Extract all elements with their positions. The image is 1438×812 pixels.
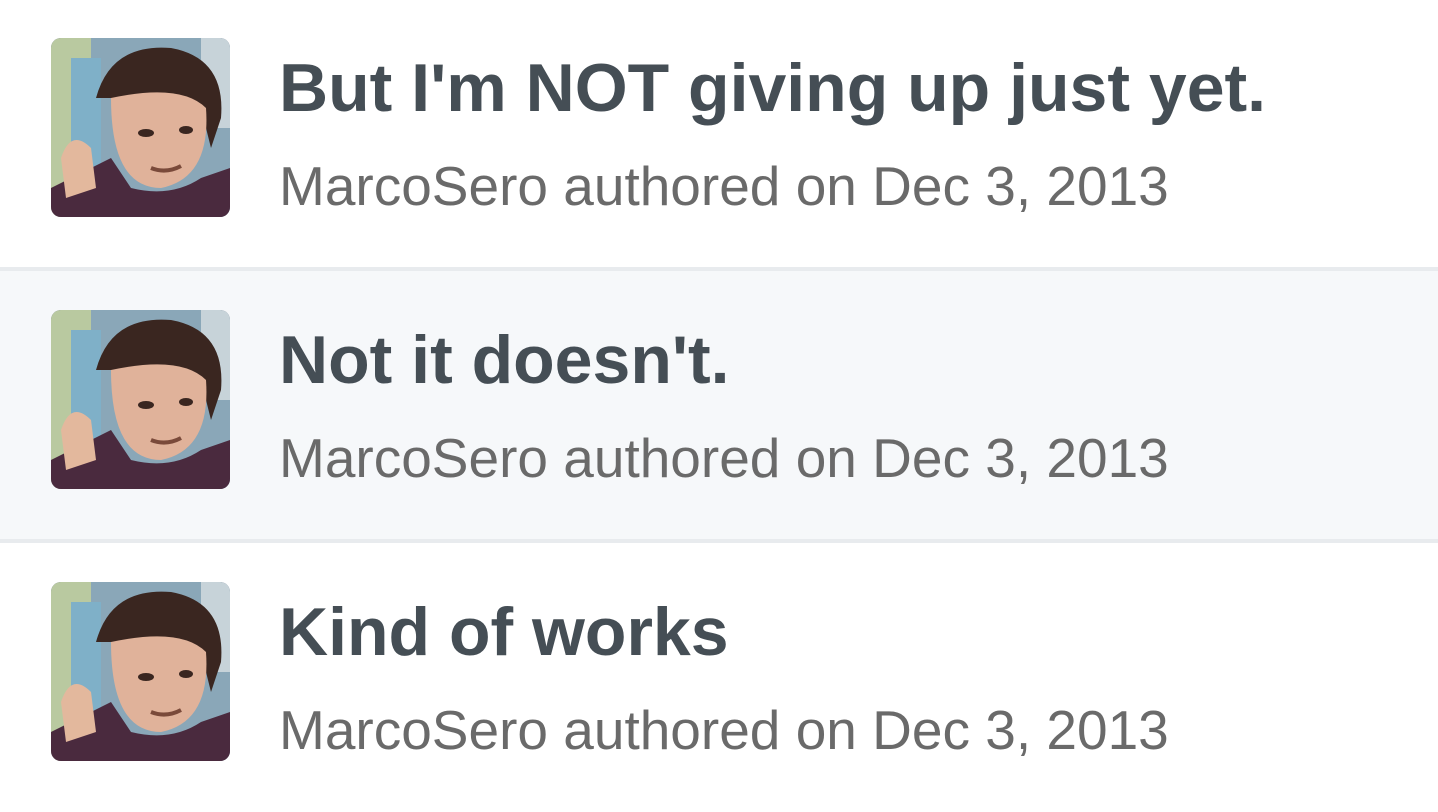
commit-action-label: authored bbox=[563, 155, 781, 217]
commit-meta: MarcoSero authored on Dec 3, 2013 bbox=[279, 703, 1169, 758]
row-divider bbox=[0, 539, 1438, 543]
commit-message[interactable]: Kind of works bbox=[279, 598, 729, 666]
commit-meta: MarcoSero authored on Dec 3, 2013 bbox=[279, 159, 1169, 214]
commit-message[interactable]: Not it doesn't. bbox=[279, 326, 730, 394]
avatar-photo-icon bbox=[51, 38, 230, 217]
avatar-photo-icon bbox=[51, 582, 230, 761]
commit-action-label: authored bbox=[563, 427, 781, 489]
commit-meta: MarcoSero authored on Dec 3, 2013 bbox=[279, 431, 1169, 486]
commit-list: But I'm NOT giving up just yet. MarcoSer… bbox=[0, 0, 1438, 812]
commit-row[interactable]: But I'm NOT giving up just yet. MarcoSer… bbox=[0, 0, 1438, 269]
commit-date: Dec 3, 2013 bbox=[872, 699, 1169, 761]
commit-on-label: on bbox=[795, 155, 857, 217]
author-avatar[interactable] bbox=[51, 582, 230, 761]
commit-message[interactable]: But I'm NOT giving up just yet. bbox=[279, 54, 1266, 122]
row-divider bbox=[0, 267, 1438, 271]
author-avatar[interactable] bbox=[51, 310, 230, 489]
commit-author-link[interactable]: MarcoSero bbox=[279, 155, 548, 217]
commit-date: Dec 3, 2013 bbox=[872, 427, 1169, 489]
commit-author-link[interactable]: MarcoSero bbox=[279, 427, 548, 489]
commit-on-label: on bbox=[795, 427, 857, 489]
commit-author-link[interactable]: MarcoSero bbox=[279, 699, 548, 761]
commit-action-label: authored bbox=[563, 699, 781, 761]
commit-row[interactable]: Not it doesn't. MarcoSero authored on De… bbox=[0, 269, 1438, 541]
avatar-photo-icon bbox=[51, 310, 230, 489]
author-avatar[interactable] bbox=[51, 38, 230, 217]
commit-row[interactable]: Kind of works MarcoSero authored on Dec … bbox=[0, 541, 1438, 812]
commit-date: Dec 3, 2013 bbox=[872, 155, 1169, 217]
commit-on-label: on bbox=[795, 699, 857, 761]
